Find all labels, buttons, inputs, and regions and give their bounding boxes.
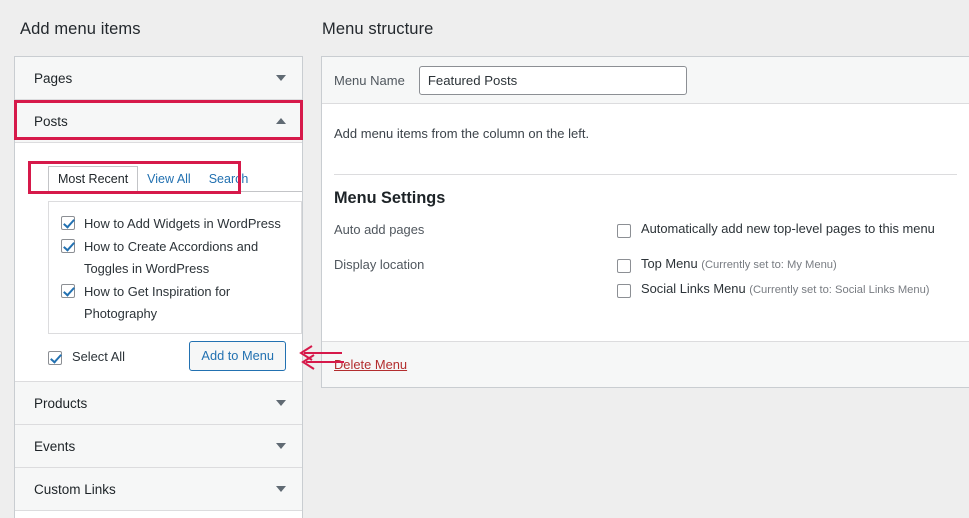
empty-menu-note: Add menu items from the column on the le… xyxy=(334,126,590,141)
auto-add-pages-option-label: Automatically add new top-level pages to… xyxy=(641,221,935,236)
list-item-label: How to Create Accordions and Toggles in … xyxy=(84,239,259,276)
select-all-checkbox[interactable]: Select All xyxy=(48,348,125,365)
chevron-down-icon xyxy=(276,400,286,406)
chevron-up-icon xyxy=(276,118,286,124)
menu-structure-heading: Menu structure xyxy=(322,20,434,38)
tab-view-all[interactable]: View All xyxy=(138,167,200,192)
post-tabs: Most Recent View All Search xyxy=(48,165,302,193)
auto-add-pages-label: Auto add pages xyxy=(334,222,425,237)
tab-search[interactable]: Search xyxy=(200,167,258,192)
checkbox-checked-icon[interactable] xyxy=(61,216,75,230)
chevron-down-icon xyxy=(276,75,286,81)
select-all-label: Select All xyxy=(72,348,126,364)
list-item-label: How to Add Widgets in WordPress xyxy=(84,216,281,231)
delete-menu-bar: Delete Menu xyxy=(322,341,969,387)
menu-settings-title: Menu Settings xyxy=(334,189,446,207)
menu-name-label: Menu Name xyxy=(334,72,405,88)
post-checkbox-list: How to Add Widgets in WordPress How to C… xyxy=(48,201,302,334)
add-to-menu-button[interactable]: Add to Menu xyxy=(189,340,286,372)
display-location-label: Display location xyxy=(334,257,425,272)
list-item[interactable]: How to Create Accordions and Toggles in … xyxy=(61,236,289,280)
accordion-header-events[interactable]: Events xyxy=(15,425,302,468)
list-item-label: How to Get Inspiration for Photography xyxy=(84,284,231,321)
menu-name-input[interactable] xyxy=(418,65,687,95)
accordion-header-custom-links[interactable]: Custom Links xyxy=(15,468,302,511)
display-location-option-label: Social Links Menu xyxy=(641,281,746,296)
list-item[interactable]: How to Get Inspiration for Photography xyxy=(61,281,289,325)
delete-menu-link[interactable]: Delete Menu xyxy=(334,357,407,372)
display-location-option-social-links[interactable]: Social Links Menu (Currently set to: Soc… xyxy=(617,281,969,298)
display-location-option-note: (Currently set to: My Menu) xyxy=(701,259,837,271)
display-location-options: Top Menu (Currently set to: My Menu) Soc… xyxy=(617,256,969,306)
menu-settings-section: Menu Settings Auto add pages Automatical… xyxy=(322,175,969,306)
checkbox-unchecked-icon[interactable] xyxy=(617,224,631,238)
auto-add-pages-row: Auto add pages Automatically add new top… xyxy=(334,221,969,246)
auto-add-pages-options: Automatically add new top-level pages to… xyxy=(617,221,969,246)
chevron-down-icon xyxy=(276,443,286,449)
chevron-down-icon xyxy=(276,486,286,492)
accordion-header-posts[interactable]: Posts xyxy=(15,100,302,143)
display-location-option-top-menu[interactable]: Top Menu (Currently set to: My Menu) xyxy=(617,256,969,273)
accordion-header-pages[interactable]: Pages xyxy=(15,57,302,100)
accordion-header-products[interactable]: Products xyxy=(15,382,302,425)
display-location-row: Display location Top Menu (Currently set… xyxy=(334,256,969,306)
add-menu-items-heading: Add menu items xyxy=(20,20,141,38)
menu-name-row: Menu Name xyxy=(322,57,969,104)
display-location-option-label: Top Menu xyxy=(641,256,698,271)
auto-add-pages-checkbox[interactable]: Automatically add new top-level pages to… xyxy=(617,221,969,238)
list-item[interactable]: How to Add Widgets in WordPress xyxy=(61,213,289,235)
checkbox-unchecked-icon[interactable] xyxy=(617,284,631,298)
menu-structure-panel: Menu Name Add menu items from the column… xyxy=(321,56,969,388)
accordion-label-posts: Posts xyxy=(34,113,68,129)
display-location-option-note: (Currently set to: Social Links Menu) xyxy=(749,284,930,296)
checkbox-checked-icon[interactable] xyxy=(48,350,62,365)
accordion-label-custom-links: Custom Links xyxy=(34,481,116,497)
tab-most-recent[interactable]: Most Recent xyxy=(48,165,139,193)
add-menu-items-panel: Pages Posts Most Recent View All Search … xyxy=(14,56,303,518)
posts-accordion-body: Most Recent View All Search How to Add W… xyxy=(15,165,302,382)
select-all-row: Select All Add to Menu xyxy=(48,340,286,381)
accordion-label-events: Events xyxy=(34,438,76,454)
accordion-label-products: Products xyxy=(34,395,88,411)
checkbox-checked-icon[interactable] xyxy=(61,239,75,253)
checkbox-checked-icon[interactable] xyxy=(61,284,75,298)
accordion-label-pages: Pages xyxy=(34,70,73,86)
checkbox-unchecked-icon[interactable] xyxy=(617,259,631,273)
